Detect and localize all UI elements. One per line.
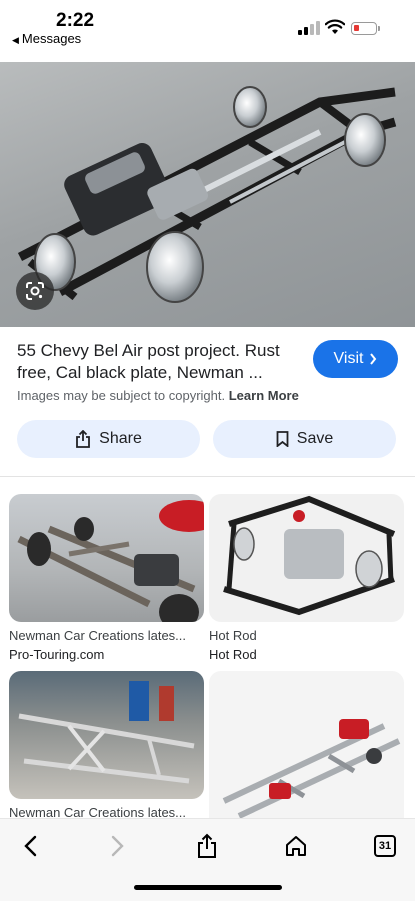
share-icon — [198, 833, 216, 858]
back-button[interactable] — [15, 831, 45, 861]
related-thumbnail[interactable] — [209, 671, 404, 818]
copyright-text: Images may be subject to copyright. — [17, 388, 226, 403]
related-thumbnail[interactable] — [209, 494, 404, 622]
back-app-label: Messages — [21, 31, 82, 46]
visit-label: Visit — [333, 350, 364, 367]
chevron-right-icon — [370, 353, 377, 365]
lens-search-button[interactable] — [16, 272, 54, 310]
battery-cap — [378, 26, 380, 31]
back-to-app-link[interactable]: ◀ Messages — [12, 31, 81, 46]
related-title: Hot Rod — [209, 628, 257, 643]
divider — [0, 476, 415, 477]
battery-icon — [351, 22, 377, 35]
related-result-card[interactable] — [209, 671, 404, 818]
result-title[interactable]: 55 Chevy Bel Air post project. Rust free… — [17, 340, 297, 384]
share-icon — [76, 430, 91, 448]
visit-button[interactable]: Visit — [313, 340, 398, 378]
share-button[interactable]: Share — [17, 420, 200, 458]
save-label: Save — [296, 430, 334, 447]
chassis-illustration — [17, 86, 397, 303]
share-label: Share — [99, 430, 142, 447]
related-source: Pro-Touring.com — [9, 647, 105, 662]
chevron-right-icon — [111, 835, 124, 857]
related-title: Newman Car Creations lates... — [9, 628, 187, 643]
home-button[interactable] — [281, 831, 311, 861]
forward-button[interactable] — [103, 831, 133, 861]
share-page-button[interactable] — [192, 831, 222, 861]
bookmark-icon — [276, 431, 289, 447]
related-thumbnail[interactable] — [9, 671, 204, 799]
related-result-card[interactable]: Hot Rod Hot Rod — [209, 494, 404, 662]
chevron-left-icon — [24, 835, 37, 857]
related-result-card[interactable]: Newman Car Creations lates... — [9, 671, 204, 820]
wifi-icon — [325, 19, 345, 34]
back-triangle-icon: ◀ — [12, 35, 19, 45]
result-image[interactable] — [0, 62, 415, 327]
copyright-notice: Images may be subject to copyright. Lear… — [17, 388, 299, 403]
home-indicator[interactable] — [134, 885, 282, 890]
home-icon — [286, 836, 306, 856]
save-button[interactable]: Save — [213, 420, 396, 458]
related-source: Hot Rod — [209, 647, 257, 662]
related-thumbnail[interactable] — [9, 494, 204, 622]
status-bar: 2:22 ◀ Messages — [0, 0, 415, 56]
tabs-count: 31 — [374, 835, 396, 857]
lens-icon — [26, 282, 44, 300]
clock: 2:22 — [56, 10, 95, 31]
related-result-card[interactable]: Newman Car Creations lates... Pro-Tourin… — [9, 494, 204, 662]
tabs-button[interactable]: 31 — [370, 831, 400, 861]
learn-more-link[interactable]: Learn More — [229, 388, 299, 403]
cellular-signal-icon — [298, 21, 320, 35]
